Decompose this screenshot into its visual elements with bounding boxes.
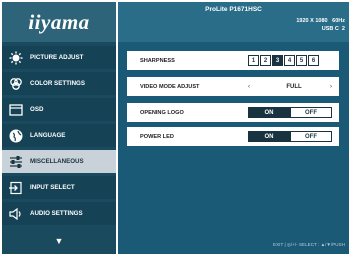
sharpness-label: SHARPNESS — [140, 57, 175, 64]
scroll-down-arrow-icon[interactable]: ▼ — [2, 230, 116, 252]
video-mode-value: FULL — [286, 83, 302, 90]
sidebar-item-language[interactable]: LANGUAGE — [2, 124, 116, 147]
input-enter-icon — [2, 176, 30, 199]
chevron-left-icon[interactable]: ‹ — [248, 84, 250, 90]
power-led-on-button[interactable]: ON — [248, 131, 290, 142]
sidebar-item-picture-adjust[interactable]: PICTURE ADJUST — [2, 46, 116, 69]
power-led-toggle: ON OFF — [248, 131, 332, 142]
sharpness-option-3[interactable]: 3 — [272, 55, 283, 66]
power-led-off-button[interactable]: OFF — [290, 131, 332, 142]
sharpness-option-1[interactable]: 1 — [248, 55, 259, 66]
sidebar-item-osd[interactable]: OSD — [2, 98, 116, 121]
power-led-label: POWER LED — [140, 133, 174, 140]
sidebar-item-miscellaneous[interactable]: MISCELLANEOUS — [2, 150, 116, 173]
sidebar-item-audio-settings[interactable]: AUDIO SETTINGS — [2, 202, 116, 225]
sharpness-option-2[interactable]: 2 — [260, 55, 271, 66]
logo-area: iiyama — [2, 2, 116, 42]
sidebar-item-label: MISCELLANEOUS — [30, 158, 84, 165]
osd-window-icon — [2, 98, 30, 121]
opening-logo-label: OPENING LOGO — [140, 109, 184, 116]
video-mode-row: VIDEO MODE ADJUST ‹ FULL › — [127, 77, 339, 96]
sidebar-item-label: PICTURE ADJUST — [30, 54, 84, 61]
globe-icon — [2, 124, 30, 147]
model-name: ProLite P1671HSC — [205, 6, 262, 13]
sidebar-item-label: LANGUAGE — [30, 132, 66, 139]
settings-panel: ProLite P1671HSC 1920 X 1080 60Hz USB C 2… — [118, 2, 349, 254]
sidebar-item-input-select[interactable]: INPUT SELECT — [2, 176, 116, 199]
sharpness-option-4[interactable]: 4 — [284, 55, 295, 66]
brightness-sun-icon — [2, 46, 30, 69]
sidebar-item-label: INPUT SELECT — [30, 184, 75, 191]
sidebar-item-label: COLOR SETTINGS — [30, 80, 86, 87]
brand-logo: iiyama — [28, 9, 90, 34]
sharpness-option-5[interactable]: 5 — [296, 55, 307, 66]
sharpness-selector: 1 2 3 4 5 6 — [248, 55, 320, 66]
header: ProLite P1671HSC 1920 X 1080 60Hz USB C 2 — [118, 2, 349, 42]
resolution-text: 1920 X 1080 60Hz — [296, 18, 345, 24]
signal-info: 1920 X 1080 60Hz USB C 2 — [296, 17, 345, 33]
sidebar-item-color-settings[interactable]: COLOR SETTINGS — [2, 72, 116, 95]
opening-logo-toggle: ON OFF — [248, 107, 332, 118]
input-source-text: USB C 2 — [321, 26, 345, 32]
control-hint: EXIT | ◎/+/- SELECT : ▲/▼/PUSH — [273, 242, 345, 247]
opening-logo-off-button[interactable]: OFF — [290, 107, 332, 118]
speaker-icon — [2, 202, 30, 225]
sidebar-item-label: AUDIO SETTINGS — [30, 210, 83, 217]
opening-logo-on-button[interactable]: ON — [248, 107, 290, 118]
chevron-right-icon[interactable]: › — [330, 84, 332, 90]
sliders-icon — [2, 150, 30, 173]
osd-menu: iiyama PICTURE ADJUST COLOR SETTINGS OSD… — [2, 2, 349, 254]
power-led-row: POWER LED ON OFF — [127, 127, 339, 146]
sharpness-row: SHARPNESS 1 2 3 4 5 6 — [127, 51, 339, 70]
sidebar-item-label: OSD — [30, 106, 44, 113]
video-mode-label: VIDEO MODE ADJUST — [140, 83, 200, 90]
color-palette-icon — [2, 72, 30, 95]
opening-logo-row: OPENING LOGO ON OFF — [127, 103, 339, 122]
sharpness-option-6[interactable]: 6 — [308, 55, 319, 66]
sidebar: iiyama PICTURE ADJUST COLOR SETTINGS OSD… — [2, 2, 116, 254]
